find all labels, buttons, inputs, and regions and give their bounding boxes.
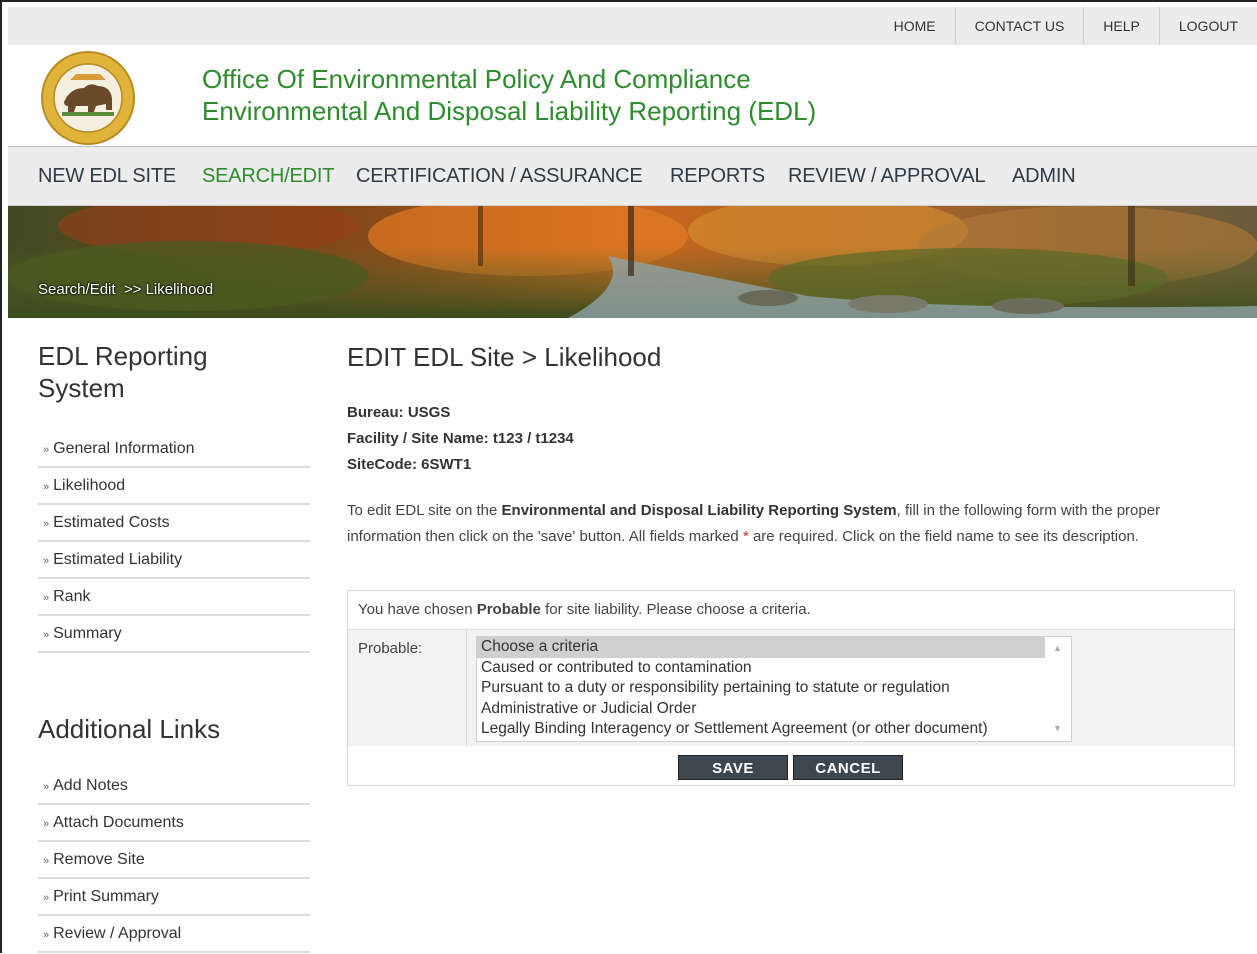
bullet-icon: » — [43, 929, 50, 941]
link-remove-site[interactable]: » Remove Site — [38, 843, 310, 879]
sidebar-title: EDL Reporting System — [38, 341, 208, 403]
sidebar-menu: » General Information » Likelihood » Estima… — [38, 432, 310, 653]
criteria-option[interactable]: Caused or contributed to contamination — [477, 658, 1071, 679]
scroll-up-icon[interactable]: ▲ — [1053, 643, 1062, 653]
sidebar-item-general-information[interactable]: » General Information — [38, 432, 310, 468]
bullet-icon: » — [43, 481, 50, 493]
bullet-icon: » — [43, 592, 50, 604]
home-link[interactable]: HOME — [875, 7, 955, 45]
bullet-icon: » — [43, 818, 50, 830]
sidebar-item-likelihood[interactable]: » Likelihood — [38, 469, 310, 505]
sidebar-item-rank[interactable]: » Rank — [38, 580, 310, 616]
nav-search-edit[interactable]: SEARCH/EDIT — [202, 165, 334, 188]
nav-reports[interactable]: REPORTS — [670, 165, 765, 188]
site-header: Office Of Environmental Policy And Compl… — [8, 45, 1257, 146]
nav-certification-assurance[interactable]: CERTIFICATION / ASSURANCE — [356, 165, 643, 188]
probable-label[interactable]: Probable: — [358, 640, 422, 657]
field-divider — [466, 630, 467, 746]
cancel-button[interactable]: CANCEL — [793, 755, 903, 780]
contact-us-link[interactable]: CONTACT US — [954, 7, 1084, 45]
department-seal-icon[interactable] — [40, 50, 136, 146]
site-meta: Bureau: USGS Facility / Site Name: t123 … — [347, 400, 1237, 478]
help-link[interactable]: HELP — [1083, 7, 1159, 45]
banner-image: Search/Edit >> Likelihood — [8, 206, 1257, 318]
nav-admin[interactable]: ADMIN — [1012, 165, 1076, 188]
nav-new-edl-site[interactable]: NEW EDL SITE — [38, 165, 176, 188]
link-attach-documents[interactable]: » Attach Documents — [38, 806, 310, 842]
link-add-notes[interactable]: » Add Notes — [38, 769, 310, 805]
criteria-option[interactable]: Pursuant to a duty or responsibility per… — [477, 678, 1071, 699]
link-review-approval[interactable]: » Review / Approval — [38, 917, 310, 953]
instructions-text: To edit EDL site on the Environmental an… — [347, 502, 1161, 545]
scroll-down-icon[interactable]: ▼ — [1053, 723, 1062, 733]
breadcrumb[interactable]: Search/Edit >> Likelihood — [38, 281, 213, 298]
bullet-icon: » — [43, 444, 50, 456]
sidebar-item-estimated-costs[interactable]: » Estimated Costs — [38, 506, 310, 542]
sitecode-label: SiteCode: 6SWT1 — [347, 456, 472, 473]
criteria-option[interactable]: Choose a criteria — [477, 637, 1071, 658]
bullet-icon: » — [43, 555, 50, 567]
listbox-scrollbar[interactable]: ▲ ▼ — [1045, 637, 1071, 741]
main-nav: NEW EDL SITE SEARCH/EDIT CERTIFICATION /… — [8, 146, 1257, 206]
bullet-icon: » — [43, 781, 50, 793]
utility-bar: HOME CONTACT US HELP LOGOUT — [8, 7, 1257, 45]
additional-links-menu: » Add Notes » Attach Documents » Remove Sit… — [38, 769, 310, 953]
form-buttons: SAVE CANCEL — [678, 755, 903, 780]
criteria-option[interactable]: Legally Binding Interagency or Settlemen… — [477, 719, 1071, 740]
additional-links-title: Additional Links — [38, 714, 221, 744]
bullet-icon: » — [43, 855, 50, 867]
criteria-listbox[interactable]: Choose a criteria Caused or contributed … — [476, 636, 1072, 742]
sidebar-item-summary[interactable]: » Summary — [38, 617, 310, 653]
logout-link[interactable]: LOGOUT — [1158, 7, 1257, 45]
nav-review-approval[interactable]: REVIEW / APPROVAL — [788, 165, 986, 188]
main-content: EDIT EDL Site > Likelihood Bureau: USGS … — [347, 340, 1237, 786]
facility-label: Facility / Site Name: t123 / t1234 — [347, 430, 574, 447]
header-title-line2: Environmental And Disposal Liability Rep… — [202, 96, 817, 126]
choice-message: You have chosen Probable for site liabil… — [348, 591, 1234, 630]
criteria-option[interactable]: Administrative or Judicial Order — [477, 699, 1071, 720]
bullet-icon: » — [43, 892, 50, 904]
page-title: EDIT EDL Site > Likelihood — [347, 342, 662, 372]
probable-field-row: Probable: Choose a criteria Caused or co… — [348, 630, 1234, 746]
forest-stream-image — [8, 206, 1257, 318]
sidebar-item-estimated-liability[interactable]: » Estimated Liability — [38, 543, 310, 579]
sidebar: EDL Reporting System » General Informatio… — [38, 340, 310, 954]
link-print-summary[interactable]: » Print Summary — [38, 880, 310, 916]
header-title-line1: Office Of Environmental Policy And Compl… — [202, 64, 751, 94]
bureau-label: Bureau: USGS — [347, 404, 451, 421]
likelihood-form-panel: You have chosen Probable for site liabil… — [347, 590, 1235, 786]
save-button[interactable]: SAVE — [678, 755, 788, 780]
bullet-icon: » — [43, 518, 50, 530]
bullet-icon: » — [43, 629, 50, 641]
